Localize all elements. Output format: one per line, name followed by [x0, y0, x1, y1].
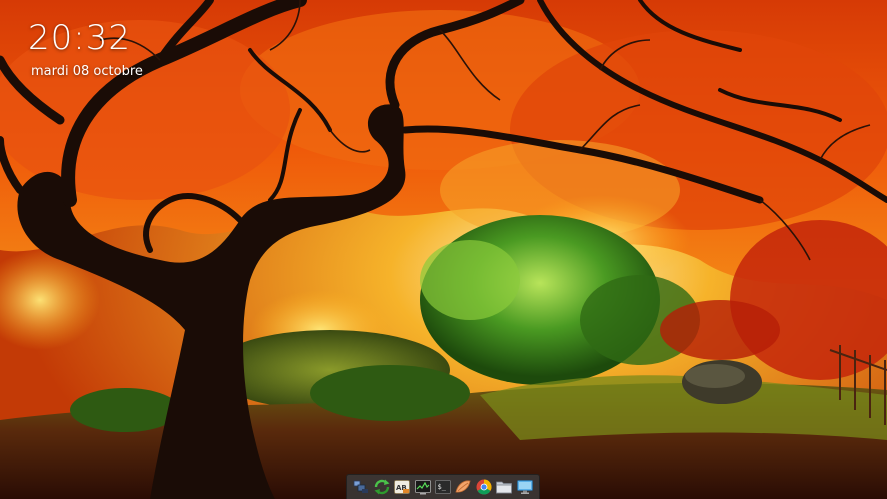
folder-icon: [496, 481, 513, 494]
desktop-clock: 20:32 mardi 08 octobre: [28, 20, 143, 80]
refresh-icon: [374, 479, 390, 495]
clock-time: 20:32: [28, 18, 131, 58]
dock-item-show-desktop[interactable]: [352, 478, 370, 496]
dock: AB $_: [346, 474, 540, 499]
system-monitor-icon: [414, 480, 431, 495]
svg-text:$_: $_: [437, 483, 446, 491]
terminal-icon: $_: [435, 480, 451, 494]
dock-item-system-monitor[interactable]: [414, 478, 432, 496]
monitor-icon: [516, 480, 533, 494]
dock-item-display-settings[interactable]: [516, 478, 534, 496]
dock-item-terminal[interactable]: $_: [434, 478, 452, 496]
dock-item-chrome[interactable]: [475, 478, 493, 496]
font-viewer-icon: AB: [394, 480, 411, 494]
dock-item-update-manager[interactable]: [373, 478, 391, 496]
dock-item-font-viewer[interactable]: AB: [393, 478, 411, 496]
desktop: 20:32 mardi 08 octobre AB $_: [0, 0, 887, 499]
dock-item-text-editor[interactable]: [454, 478, 472, 496]
chrome-icon: [476, 479, 492, 495]
text-editor-icon: [455, 480, 471, 493]
show-desktop-icon: [353, 480, 369, 493]
clock-date: mardi 08 octobre: [31, 64, 143, 79]
dock-item-file-manager[interactable]: [495, 478, 513, 496]
